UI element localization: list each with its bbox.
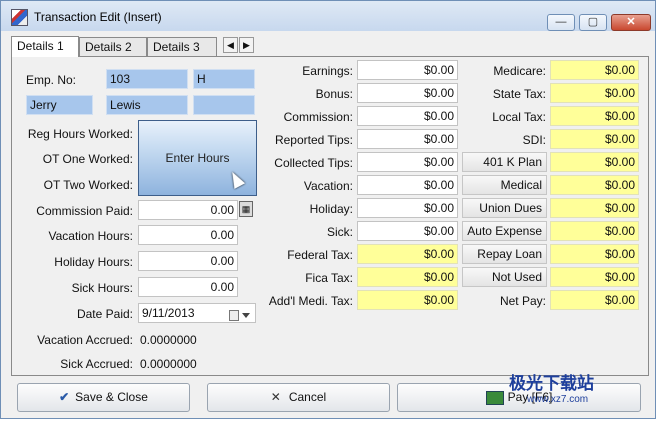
union-dues-button[interactable]: Union Dues bbox=[462, 198, 547, 218]
repay-loan-button[interactable]: Repay Loan bbox=[462, 244, 547, 264]
transaction-edit-window: Transaction Edit (Insert) — ▢ ✕ Details … bbox=[0, 0, 656, 419]
earnings-label: Earnings: bbox=[302, 64, 353, 78]
close-button[interactable]: ✕ bbox=[611, 14, 651, 31]
medical-field[interactable]: $0.00 bbox=[550, 175, 639, 195]
not-used-field[interactable]: $0.00 bbox=[550, 267, 639, 287]
local-tax-label: Local Tax: bbox=[492, 110, 546, 124]
last-name-field[interactable]: Lewis bbox=[106, 95, 188, 115]
x-icon: ✕ bbox=[270, 390, 281, 404]
vacation-label: Vacation: bbox=[303, 179, 353, 193]
watermark-url: www.xz7.com bbox=[527, 394, 589, 405]
tab-details-2[interactable]: Details 2 bbox=[79, 37, 147, 56]
medical-button[interactable]: Medical bbox=[462, 175, 547, 195]
vacation-hours-label: Vacation Hours: bbox=[48, 229, 134, 243]
commission-field[interactable]: $0.00 bbox=[357, 106, 458, 126]
ot-one-label: OT One Worked: bbox=[42, 152, 133, 166]
net-pay-label: Net Pay: bbox=[499, 294, 546, 308]
tab-details-1[interactable]: Details 1 bbox=[11, 36, 79, 57]
holiday-hours-label: Holiday Hours: bbox=[54, 255, 133, 269]
bonus-label: Bonus: bbox=[315, 87, 353, 101]
ot-two-label: OT Two Worked: bbox=[43, 178, 133, 192]
collected-tips-field[interactable]: $0.00 bbox=[357, 152, 458, 172]
bonus-field[interactable]: $0.00 bbox=[357, 83, 458, 103]
pay-icon bbox=[485, 390, 504, 405]
commission-paid-label: Commission Paid: bbox=[36, 204, 133, 218]
emp-code-field[interactable]: H bbox=[193, 69, 255, 89]
cancel-button[interactable]: ✕ Cancel bbox=[207, 383, 390, 412]
tab-scroll-right-icon[interactable]: ▶ bbox=[239, 37, 254, 53]
federal-tax-label: Federal Tax: bbox=[287, 248, 353, 262]
collected-tips-label: Collected Tips: bbox=[274, 156, 353, 170]
net-pay-field[interactable]: $0.00 bbox=[550, 290, 639, 310]
repay-loan-field[interactable]: $0.00 bbox=[550, 244, 639, 264]
vacation-accrued-label: Vacation Accrued: bbox=[37, 333, 133, 347]
vacation-accrued-value: 0.0000000 bbox=[140, 333, 197, 347]
fica-tax-label: Fica Tax: bbox=[305, 271, 353, 285]
fica-tax-field[interactable]: $0.00 bbox=[357, 267, 458, 287]
sdi-field[interactable]: $0.00 bbox=[550, 129, 639, 149]
sick-hours-label: Sick Hours: bbox=[71, 281, 133, 295]
addl-medi-tax-label: Add'l Medi. Tax: bbox=[268, 294, 353, 308]
holiday-field[interactable]: $0.00 bbox=[357, 198, 458, 218]
addl-medi-tax-field[interactable]: $0.00 bbox=[357, 290, 458, 310]
sick-hours-field[interactable]: 0.00 bbox=[138, 277, 238, 297]
federal-tax-field[interactable]: $0.00 bbox=[357, 244, 458, 264]
emp-no-field[interactable]: 103 bbox=[106, 69, 188, 89]
app-icon bbox=[11, 9, 28, 26]
medicare-label: Medicare: bbox=[493, 64, 546, 78]
tab-details-3[interactable]: Details 3 bbox=[147, 37, 217, 56]
vacation-field[interactable]: $0.00 bbox=[357, 175, 458, 195]
vacation-hours-field[interactable]: 0.00 bbox=[138, 225, 238, 245]
reg-hours-label: Reg Hours Worked: bbox=[27, 127, 133, 141]
first-name-field[interactable]: Jerry bbox=[26, 95, 93, 115]
minimize-button[interactable]: — bbox=[547, 14, 575, 31]
local-tax-field[interactable]: $0.00 bbox=[550, 106, 639, 126]
not-used-button[interactable]: Not Used bbox=[462, 267, 547, 287]
tab-scroll-left-icon[interactable]: ◀ bbox=[223, 37, 238, 53]
chevron-down-icon[interactable] bbox=[242, 313, 250, 318]
holiday-label: Holiday: bbox=[309, 202, 353, 216]
state-tax-field[interactable]: $0.00 bbox=[550, 83, 639, 103]
sick-accrued-value: 0.0000000 bbox=[140, 357, 197, 371]
window-title: Transaction Edit (Insert) bbox=[34, 10, 162, 24]
sick-label: Sick: bbox=[326, 225, 353, 239]
emp-no-label: Emp. No: bbox=[26, 73, 77, 87]
maximize-button[interactable]: ▢ bbox=[579, 14, 607, 31]
sick-accrued-label: Sick Accrued: bbox=[60, 357, 133, 371]
calendar-icon[interactable] bbox=[229, 310, 239, 321]
medicare-field[interactable]: $0.00 bbox=[550, 60, 639, 80]
commission-paid-field[interactable]: 0.00 bbox=[138, 200, 238, 220]
save-close-button[interactable]: ✔ Save & Close bbox=[17, 383, 190, 412]
union-dues-field[interactable]: $0.00 bbox=[550, 198, 639, 218]
holiday-hours-field[interactable]: 0.00 bbox=[138, 251, 238, 271]
401k-plan-button[interactable]: 401 K Plan bbox=[462, 152, 547, 172]
sick-field[interactable]: $0.00 bbox=[357, 221, 458, 241]
check-icon: ✔ bbox=[59, 390, 70, 404]
watermark-logo: 极光下载站 www.xz7.com bbox=[509, 369, 594, 405]
title-bar: Transaction Edit (Insert) — ▢ ✕ bbox=[1, 1, 655, 31]
401k-plan-field[interactable]: $0.00 bbox=[550, 152, 639, 172]
extra-name-field[interactable] bbox=[193, 95, 255, 115]
reported-tips-label: Reported Tips: bbox=[274, 133, 353, 147]
watermark-text: 极光下载站 bbox=[509, 374, 594, 393]
date-paid-label: Date Paid: bbox=[76, 307, 133, 321]
cancel-label: Cancel bbox=[288, 390, 327, 404]
save-close-label: Save & Close bbox=[75, 390, 148, 404]
auto-expense-field[interactable]: $0.00 bbox=[550, 221, 639, 241]
sdi-label: SDI: bbox=[522, 133, 546, 147]
reported-tips-field[interactable]: $0.00 bbox=[357, 129, 458, 149]
state-tax-label: State Tax: bbox=[492, 87, 546, 101]
auto-expense-button[interactable]: Auto Expense bbox=[462, 221, 547, 241]
commission-label: Commission: bbox=[283, 110, 353, 124]
earnings-field[interactable]: $0.00 bbox=[357, 60, 458, 80]
